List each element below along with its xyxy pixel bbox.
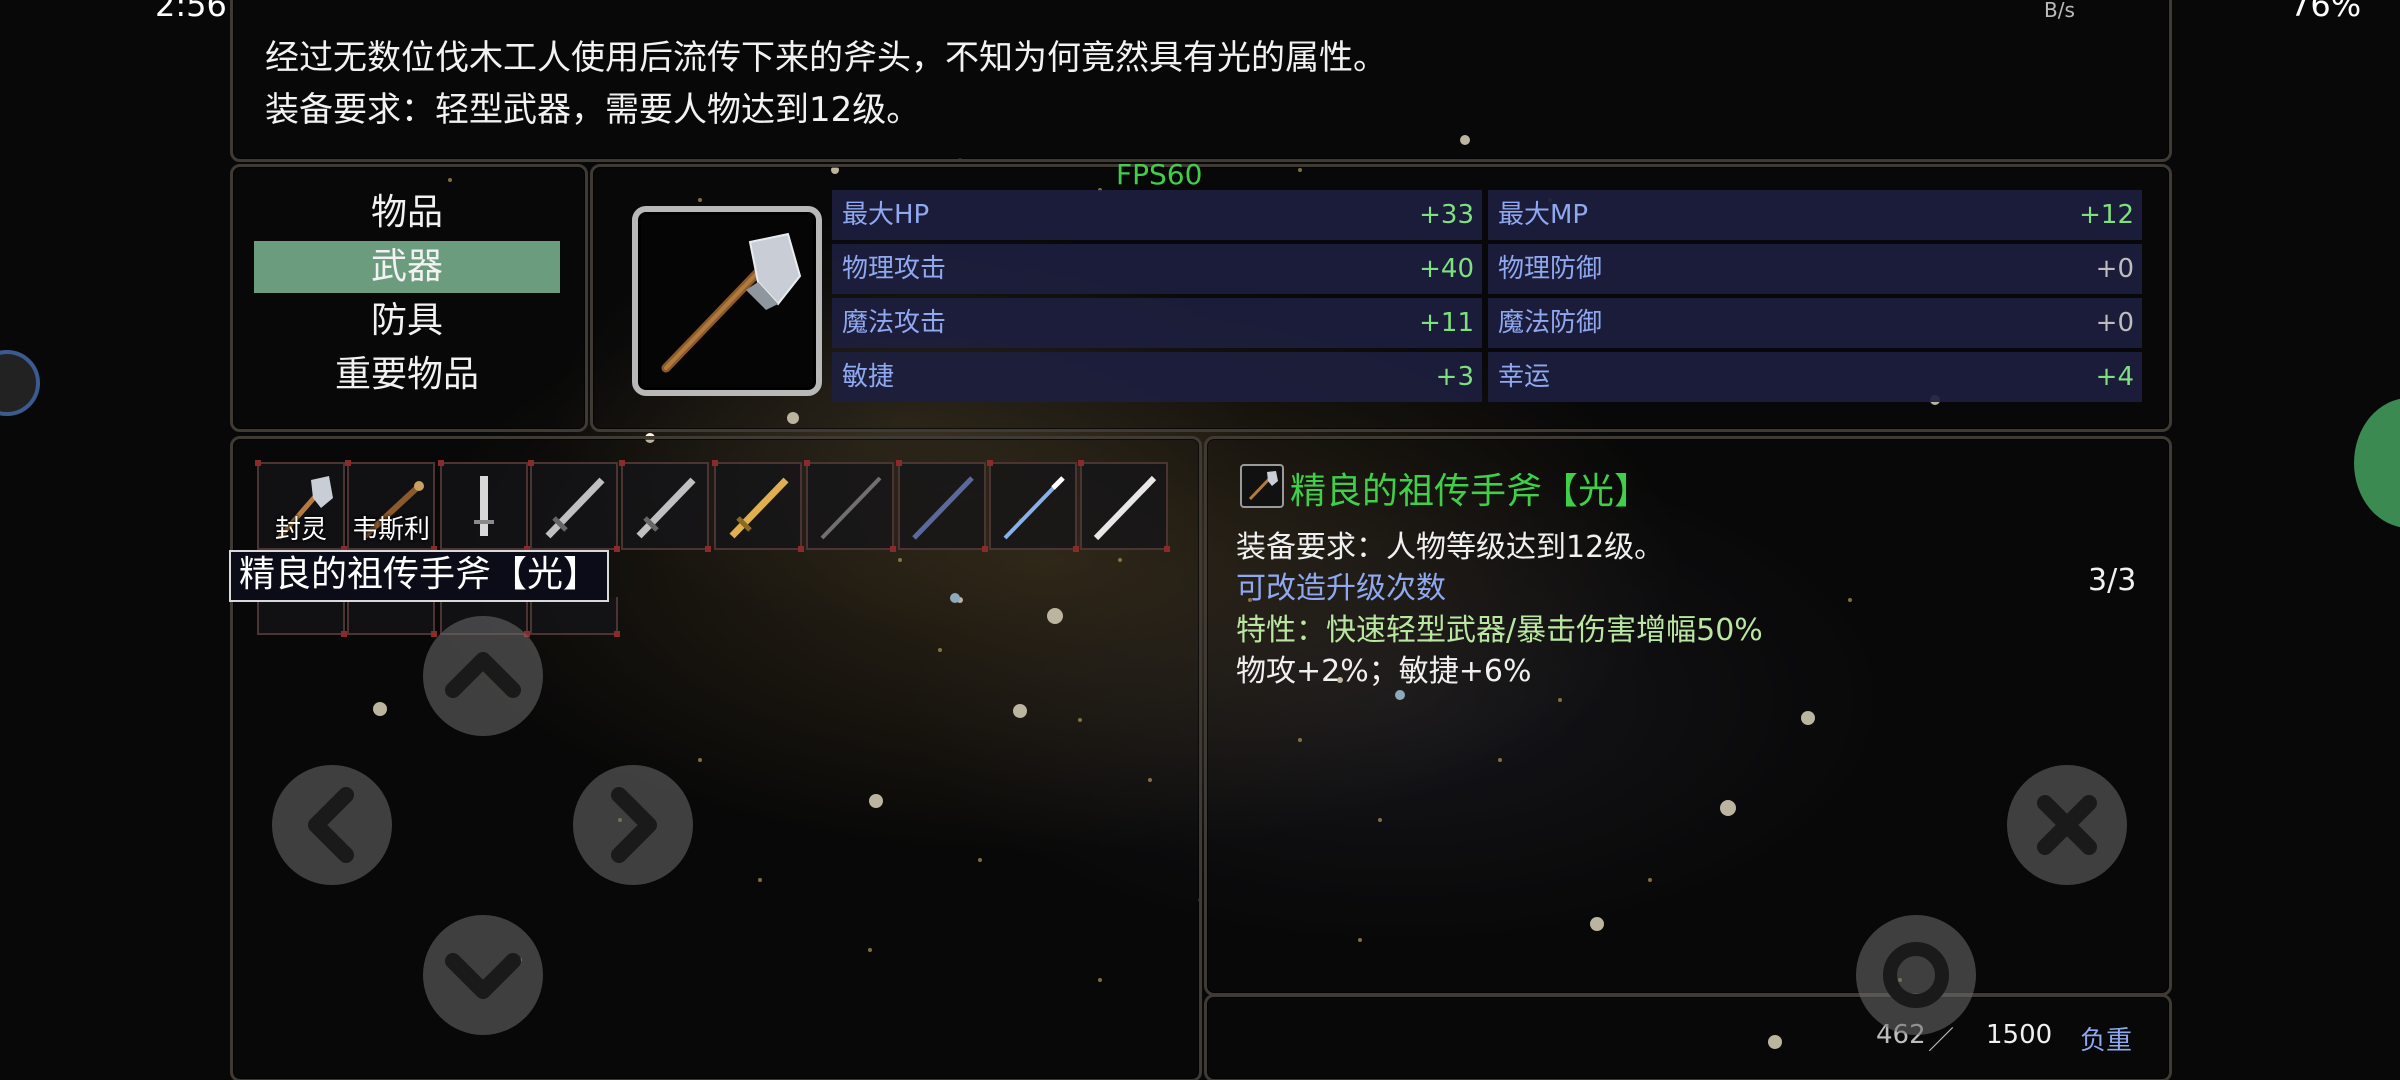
down-arrow-icon [445,953,521,999]
ring-icon [1883,942,1949,1008]
inventory-slot[interactable] [619,460,711,552]
description-line-1: 经过无数位伐木工人使用后流传下来的斧头，不知为何竟然具有光的属性。 [265,38,1387,78]
stat-value: +3 [1435,362,1474,392]
stat-name: 魔法攻击 [842,308,947,338]
axe-icon [661,232,802,373]
stat-value: +11 [1419,308,1474,338]
inventory-slot[interactable]: 韦斯利 [345,460,437,552]
white-blade-icon [1093,475,1157,541]
stat-name: 物理防御 [1498,254,1603,284]
dpad-up-button[interactable] [423,616,543,736]
selected-weapon-frame [632,206,822,396]
sword-icon [545,477,605,539]
stat-name: 魔法防御 [1498,308,1603,338]
dpad-right-button[interactable] [573,765,693,885]
stat-row: 物理防御 +0 [1488,244,2142,294]
katana-icon [820,476,882,540]
stat-value: +40 [1419,254,1474,284]
inventory-slot[interactable] [712,460,804,552]
stat-row: 魔法防御 +0 [1488,298,2142,348]
inventory-slot[interactable] [896,460,988,552]
stat-row: 敏捷 +3 [832,352,1482,402]
weight-label: 负重 [2080,1026,2133,1056]
close-button[interactable] [2007,765,2127,885]
dagger-icon [474,476,494,536]
close-icon [2037,795,2097,855]
detail-upgrade-label: 可改造升级次数 [1236,571,1446,606]
inventory-slot[interactable] [528,460,620,552]
dpad-down-button[interactable] [423,915,543,1035]
confirm-button[interactable] [1856,915,1976,1035]
inventory-slot[interactable] [804,460,896,552]
right-arrow-icon [611,787,657,863]
description-line-2: 装备要求：轻型武器，需要人物达到12级。 [265,90,921,130]
item-tooltip: 精良的祖传手斧【光】 [229,550,610,602]
inventory-slot[interactable] [1078,460,1170,552]
category-tab[interactable]: 物品 [254,187,560,239]
detail-upgrade-value: 3/3 [2088,563,2137,598]
category-tab[interactable]: 武器 [254,241,560,293]
stat-name: 敏捷 [842,362,895,392]
description-panel [230,0,2172,162]
status-time: 2:56 [155,0,227,24]
inventory-slot[interactable] [987,460,1079,552]
slot-label: 封灵 [274,515,327,545]
axe-icon [1248,471,1278,501]
stat-value: +33 [1419,200,1474,230]
stat-name: 最大MP [1498,200,1589,230]
fps-counter: FPS60 [1116,158,1203,191]
category-tab[interactable]: 重要物品 [254,349,560,401]
inventory-slot-row2[interactable] [528,593,620,637]
status-battery: 76% [2290,0,2362,24]
inventory-slot[interactable]: 封灵 [255,460,347,552]
inventory-slot[interactable] [438,460,530,552]
weight-max: 1500 [1986,1020,2053,1050]
detail-bonus: 物攻+2%；敏捷+6% [1236,654,1532,689]
stat-name: 物理攻击 [842,254,947,284]
stat-row: 最大HP +33 [832,190,1482,240]
slot-label: 韦斯利 [351,515,430,545]
stat-row: 幸运 +4 [1488,352,2142,402]
inventory-slot-row2[interactable] [345,593,437,637]
blue-katana-icon [912,476,974,540]
golden-sword-icon [729,477,789,539]
stat-name: 幸运 [1498,362,1551,392]
stat-name: 最大HP [842,200,930,230]
sword-icon [636,477,696,539]
stat-value: +4 [2095,362,2134,392]
inventory-slot-row2[interactable] [255,593,347,637]
stat-row: 物理攻击 +40 [832,244,1482,294]
detail-item-icon-frame [1240,464,1284,508]
item-detail-panel [1204,436,2172,996]
stat-value: +0 [2095,308,2134,338]
detail-requirement: 装备要求：人物等级达到12级。 [1236,530,1665,565]
up-arrow-icon [445,652,521,698]
left-arrow-icon [308,787,354,863]
stat-value: +0 [2095,254,2134,284]
stat-value: +12 [2079,200,2134,230]
stat-row: 最大MP +12 [1488,190,2142,240]
category-tab[interactable]: 防具 [254,295,560,347]
dpad-left-button[interactable] [272,765,392,885]
blue-spear-icon [1003,476,1065,540]
stat-row: 魔法攻击 +11 [832,298,1482,348]
game-screen: 2:56 B/s 76% 经过无数位伐木工人使用后流传下来的斧头，不知为何竟然具… [0,0,2400,1080]
detail-trait: 特性：快速轻型武器/暴击伤害增幅50% [1236,613,1763,648]
detail-item-name: 精良的祖传手斧【光】 [1290,471,1651,512]
